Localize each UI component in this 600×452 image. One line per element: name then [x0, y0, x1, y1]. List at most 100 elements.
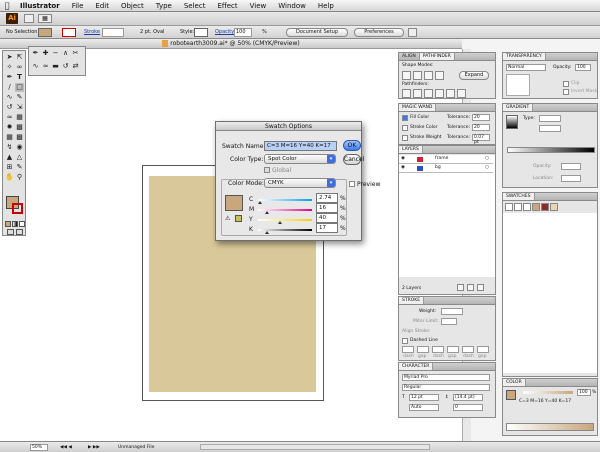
leading-input[interactable]: (14.4 pt)	[453, 394, 483, 401]
menu-file[interactable]: File	[66, 2, 90, 10]
trim-icon[interactable]	[413, 89, 422, 98]
menu-window[interactable]: Window	[272, 2, 312, 10]
normal-screen-mode-icon[interactable]	[7, 229, 14, 235]
tolerance-input-1[interactable]: 20	[472, 114, 490, 121]
none-mode-icon[interactable]	[19, 221, 25, 227]
font-family-select[interactable]: Myriad Pro	[402, 374, 490, 381]
tolerance-input-2[interactable]: 20	[472, 124, 490, 131]
eye-icon[interactable]: ◉	[401, 165, 405, 170]
gradient-type-select[interactable]	[539, 115, 561, 122]
fill-swatch[interactable]	[38, 28, 52, 37]
channel-c-input[interactable]: 2.74	[316, 193, 338, 203]
artboard-next-icon[interactable]: ▶ ▶▶	[88, 445, 100, 450]
preview-checkbox[interactable]	[349, 181, 355, 187]
invert-mask-checkbox[interactable]	[563, 89, 569, 95]
cancel-button[interactable]: Cancel	[343, 154, 364, 165]
intersect-icon[interactable]	[424, 71, 433, 80]
ok-button[interactable]: OK	[343, 140, 361, 151]
hand-tool-icon[interactable]: ✋	[5, 173, 14, 182]
eyedropper-tool-icon[interactable]: ↯	[5, 143, 14, 152]
horizontal-scrollbar[interactable]	[200, 444, 430, 450]
gap-field[interactable]	[447, 346, 459, 353]
font-size-input[interactable]: 12 pt	[409, 394, 439, 401]
spot-swatch[interactable]	[532, 203, 540, 211]
gap-field[interactable]	[417, 346, 429, 353]
flyout-paintbrush-icon[interactable]: ∿	[31, 62, 40, 71]
color-fill-box[interactable]	[506, 390, 516, 400]
white-swatch[interactable]	[523, 203, 531, 211]
menu-help[interactable]: Help	[312, 2, 340, 10]
tab-gradient[interactable]: GRADIENT	[503, 104, 534, 111]
channel-m-thumb[interactable]	[264, 211, 269, 214]
status-text[interactable]: Unmanaged File	[118, 445, 154, 450]
gradient-tool-icon[interactable]: ▩	[15, 133, 24, 142]
pen-tool-icon[interactable]: ✒	[5, 73, 14, 82]
apple-icon[interactable]: 	[0, 1, 14, 10]
zoom-field[interactable]: 50%	[30, 444, 48, 451]
menu-object[interactable]: Object	[115, 2, 150, 10]
menu-edit[interactable]: Edit	[89, 2, 115, 10]
zoom-tool-icon[interactable]: ⚲	[15, 173, 24, 182]
unite-icon[interactable]	[402, 71, 411, 80]
color-type-select[interactable]: Spot Color ▾	[264, 154, 336, 164]
layer-row[interactable]: ◉ frame ○	[399, 155, 493, 164]
tab-swatches[interactable]: SWATCHES	[503, 193, 535, 200]
tab-character[interactable]: CHARACTER	[399, 363, 434, 370]
stroke-color-box[interactable]	[12, 203, 23, 214]
stroke-swatch[interactable]	[62, 28, 76, 37]
flyout-reflect-icon[interactable]: ⇄	[71, 62, 80, 71]
magic-wand-tool-icon[interactable]: ✧	[5, 63, 14, 72]
target-icon[interactable]: ○	[485, 165, 489, 170]
gradient-location-field[interactable]	[561, 175, 581, 182]
flyout-pen-icon[interactable]: ✒	[31, 49, 40, 58]
opacity-field[interactable]: 100	[234, 28, 252, 37]
gradient-mode-icon[interactable]	[12, 221, 18, 227]
mesh-tool-icon[interactable]: ▦	[5, 133, 14, 142]
layer-name[interactable]: bg	[435, 165, 441, 170]
flyout-eraser-icon[interactable]: ▬	[51, 62, 60, 71]
panel-options-icon[interactable]	[408, 28, 417, 37]
slice-tool-icon[interactable]: ✎	[15, 163, 24, 172]
channel-y-input[interactable]: 40	[316, 213, 338, 223]
menu-type[interactable]: Type	[150, 2, 178, 10]
font-style-select[interactable]: Regular	[402, 384, 490, 391]
lasso-tool-icon[interactable]: ∞	[15, 63, 24, 72]
artboard-nav-icon[interactable]: ◀◀ ◀	[60, 445, 72, 450]
channel-k-input[interactable]: 17	[316, 223, 338, 233]
tint-input[interactable]: 100	[577, 389, 591, 396]
color-mode-select[interactable]: CMYK ▾	[264, 178, 336, 188]
tab-transparency[interactable]: TRANSPARENCY	[503, 53, 546, 60]
channel-y-slider[interactable]	[258, 219, 312, 221]
stroke-link[interactable]: Stroke	[84, 29, 100, 35]
registration-swatch[interactable]	[514, 203, 522, 211]
tab-color[interactable]: COLOR	[503, 379, 526, 386]
weight-input[interactable]	[441, 308, 463, 315]
opacity-input[interactable]: 100	[575, 64, 591, 71]
global-checkbox[interactable]	[264, 167, 270, 173]
menu-app[interactable]: Illustrator	[14, 2, 66, 10]
rotate-tool-icon[interactable]: ↺	[5, 103, 14, 112]
kerning-input[interactable]: Auto	[409, 404, 439, 411]
merge-icon[interactable]	[424, 89, 433, 98]
flyout-rotate-icon[interactable]: ↺	[61, 62, 70, 71]
free-transform-tool-icon[interactable]: ▦	[15, 113, 24, 122]
blend-mode-select[interactable]: Normal	[506, 64, 546, 71]
flyout-delete-anchor-icon[interactable]: −	[51, 49, 60, 58]
style-swatch[interactable]	[194, 28, 208, 37]
paintbrush-tool-icon[interactable]: ∿	[5, 93, 14, 102]
bridge-icon[interactable]	[24, 14, 34, 23]
layer-name[interactable]: frame	[435, 156, 448, 161]
symbol-sprayer-tool-icon[interactable]: ✹	[5, 123, 14, 132]
tab-stroke[interactable]: STROKE	[399, 297, 425, 304]
column-graph-tool-icon[interactable]: ▩	[15, 123, 24, 132]
color-ramp[interactable]	[506, 423, 594, 431]
tab-pathfinder[interactable]: PATHFINDER	[419, 53, 455, 60]
warp-tool-icon[interactable]: ≈	[5, 113, 14, 122]
scale-tool-icon[interactable]: ⇲	[15, 103, 24, 112]
layer-row[interactable]: ◉ bg ○	[399, 164, 493, 173]
new-layer-icon[interactable]	[467, 284, 474, 291]
stroke-color-checkbox[interactable]	[402, 125, 408, 131]
menu-view[interactable]: View	[244, 2, 273, 10]
brush-definition[interactable]: 2 pt. Oval	[140, 29, 164, 35]
clip-checkbox[interactable]	[563, 81, 569, 87]
